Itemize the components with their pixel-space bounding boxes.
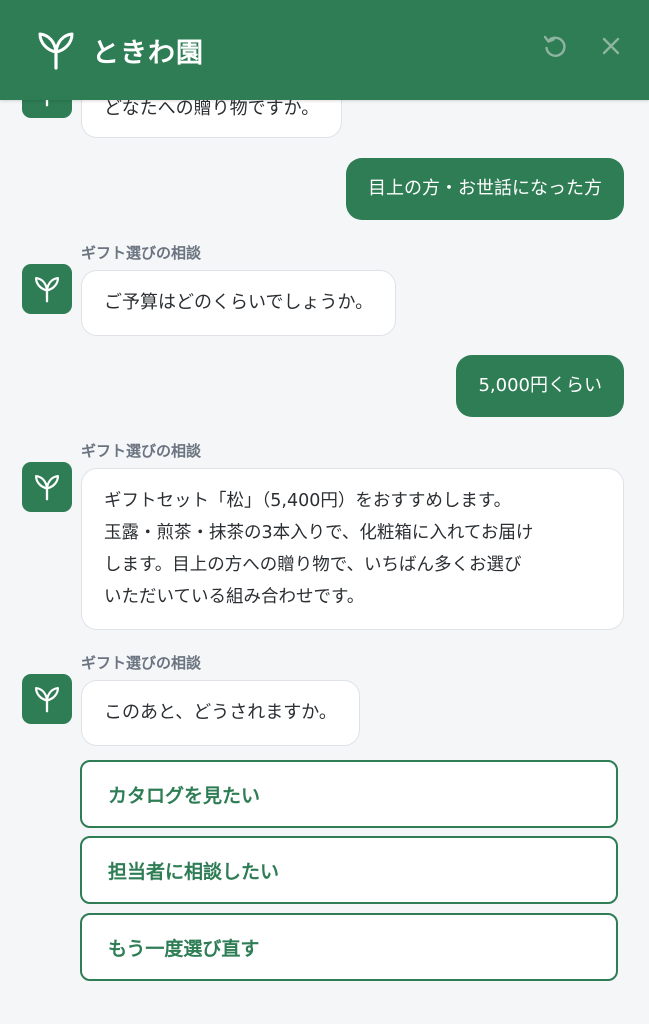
chat-log[interactable]: どなたへの贈り物ですか。 目上の方・お世話になった方 ギフト選びの相談 ご予算は… [0, 100, 649, 1024]
close-button[interactable] [595, 30, 627, 62]
sprout-icon [38, 32, 74, 70]
chat-header: ときわ園 [0, 0, 649, 100]
sender-label: ギフト選びの相談 [81, 654, 202, 672]
message-line: 玉露・煎茶・抹茶の3本入りで、化粧箱に入れてお届け [104, 523, 534, 543]
message-line: ギフトセット「松」（5,400円）をおすすめします。 [104, 491, 512, 511]
message-line: します。目上の方への贈り物で、いちばん多くお選び [104, 555, 522, 575]
bot-message-recommendation: ギフトセット「松」（5,400円）をおすすめします。 玉露・煎茶・抹茶の3本入り… [81, 468, 624, 630]
reload-icon [543, 35, 566, 57]
user-message: 目上の方・お世話になった方 [346, 158, 624, 220]
brand-name: ときわ園 [92, 37, 204, 69]
sprout-icon [45, 100, 49, 107]
reload-button[interactable] [539, 30, 571, 62]
option-view-catalog-button[interactable]: カタログを見たい [80, 760, 618, 828]
bot-avatar [22, 674, 72, 724]
option-restart-button[interactable]: もう一度選び直す [80, 913, 618, 981]
bot-message: このあと、どうされますか。 [81, 680, 360, 746]
bot-avatar [22, 264, 72, 314]
option-consult-staff-button[interactable]: 担当者に相談したい [80, 836, 618, 904]
bot-avatar [22, 100, 72, 118]
sprout-icon [35, 475, 59, 501]
sender-label: ギフト選びの相談 [81, 442, 202, 460]
bot-message: どなたへの贈り物ですか。 [81, 100, 343, 138]
sprout-icon [35, 277, 59, 303]
sender-label: ギフト選びの相談 [81, 244, 202, 262]
user-message: 5,000円くらい [456, 355, 624, 417]
sprout-icon [35, 687, 59, 713]
close-icon [602, 37, 620, 55]
bot-avatar [22, 462, 72, 512]
bot-message: ご予算はどのくらいでしょうか。 [81, 270, 397, 336]
message-line: いただいている組み合わせです。 [104, 587, 365, 607]
